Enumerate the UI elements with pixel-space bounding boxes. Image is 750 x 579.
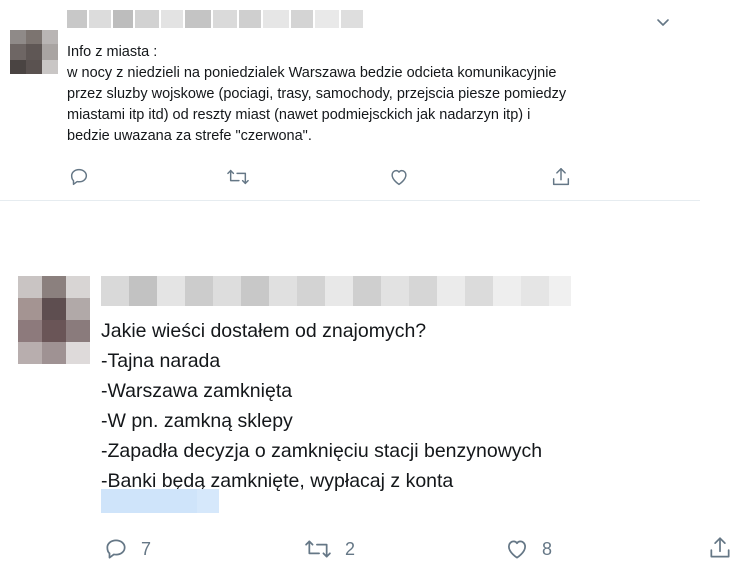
tweet-1-text: Info z miasta : w nocy z niedzieli na po… [67, 44, 567, 144]
like-button[interactable] [388, 166, 410, 188]
retweet-button[interactable] [226, 166, 250, 188]
author-name-redacted[interactable] [101, 276, 571, 306]
divider [0, 200, 700, 201]
share-button[interactable] [550, 166, 572, 188]
redacted-link-pixel [101, 489, 197, 513]
like-button[interactable]: 8 [504, 536, 552, 562]
avatar[interactable] [18, 276, 90, 364]
share-icon [552, 168, 570, 186]
chevron-down-icon[interactable] [655, 14, 671, 30]
retweet-icon [227, 169, 249, 185]
reply-button[interactable] [68, 166, 90, 188]
reply-icon [106, 539, 126, 559]
avatar[interactable] [10, 30, 58, 74]
retweet-button[interactable]: 2 [303, 536, 355, 562]
retweet-icon [305, 540, 331, 558]
tweet-2-text: Jakie wieści dostałem od znajomych? -Taj… [101, 320, 543, 492]
reply-icon [70, 168, 88, 186]
like-icon [391, 169, 407, 186]
like-count: 8 [542, 538, 553, 559]
retweet-count: 2 [345, 538, 356, 559]
reply-button[interactable]: 7 [103, 536, 151, 562]
share-button[interactable] [707, 535, 733, 561]
author-name-redacted[interactable] [67, 8, 367, 30]
reply-count: 7 [141, 538, 152, 559]
like-icon [508, 540, 526, 559]
share-icon [710, 537, 730, 558]
redacted-link[interactable] [101, 489, 219, 513]
